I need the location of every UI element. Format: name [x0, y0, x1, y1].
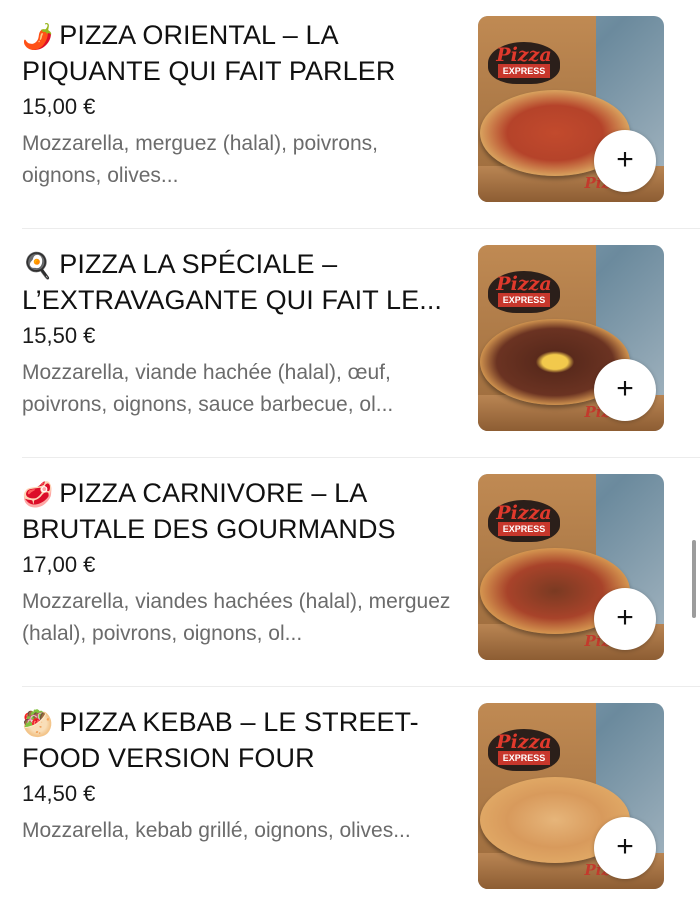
menu-item-title-text: PIZZA CARNIVORE – LA BRUTALE DES GOURMAN… — [22, 478, 396, 544]
logo-banner: EXPRESS — [498, 522, 550, 536]
scrollbar[interactable] — [692, 540, 696, 618]
logo-word: Pizza — [496, 273, 552, 295]
menu-item-text: 🥙 PIZZA KEBAB – LE STREET-FOOD VERSION FO… — [22, 705, 452, 847]
meat-cut-icon: 🥩 — [22, 481, 54, 509]
chili-pepper-icon: 🌶️ — [22, 23, 54, 51]
add-to-cart-button[interactable]: + — [594, 359, 656, 421]
menu-item-title-text: PIZZA ORIENTAL – LA PIQUANTE QUI FAIT PA… — [22, 20, 396, 86]
logo-banner: EXPRESS — [498, 293, 550, 307]
menu-item-text: 🌶️ PIZZA ORIENTAL – LA PIQUANTE QUI FAIT … — [22, 18, 452, 192]
pizza-express-logo: Pizza EXPRESS — [488, 42, 560, 84]
logo-word: Pizza — [496, 502, 552, 524]
menu-item[interactable]: 🍳 PIZZA LA SPÉCIALE – L’EXTRAVAGANTE QUI … — [0, 229, 700, 458]
pizza-express-logo: Pizza EXPRESS — [488, 271, 560, 313]
menu-item[interactable]: 🥙 PIZZA KEBAB – LE STREET-FOOD VERSION FO… — [0, 687, 700, 916]
menu-item-text: 🍳 PIZZA LA SPÉCIALE – L’EXTRAVAGANTE QUI … — [22, 247, 452, 421]
kebab-icon: 🥙 — [22, 710, 54, 738]
menu-item-description: Mozzarella, merguez (halal), poivrons, o… — [22, 132, 378, 187]
menu-item-price: 15,00 € — [22, 94, 96, 119]
menu-item-description: Mozzarella, kebab grillé, oignons, olive… — [22, 819, 411, 842]
fried-egg-icon: 🍳 — [22, 252, 54, 280]
menu-item[interactable]: 🌶️ PIZZA ORIENTAL – LA PIQUANTE QUI FAIT … — [0, 0, 700, 229]
menu-item-price: 17,00 € — [22, 552, 96, 577]
menu-item-price: 15,50 € — [22, 323, 96, 348]
pizza-express-logo: Pizza EXPRESS — [488, 729, 560, 771]
menu-item-price: 14,50 € — [22, 781, 96, 806]
menu-item-title: 🥩 PIZZA CARNIVORE – LA BRUTALE DES GOURMA… — [22, 476, 452, 546]
logo-word: Pizza — [496, 731, 552, 753]
menu-item-title-text: PIZZA KEBAB – LE STREET-FOOD VERSION FOU… — [22, 707, 419, 773]
logo-word: Pizza — [496, 44, 552, 66]
menu-item-title: 🥙 PIZZA KEBAB – LE STREET-FOOD VERSION FO… — [22, 705, 452, 775]
add-to-cart-button[interactable]: + — [594, 817, 656, 879]
menu-item-text: 🥩 PIZZA CARNIVORE – LA BRUTALE DES GOURMA… — [22, 476, 452, 650]
menu-item-description: Mozzarella, viandes hachées (halal), mer… — [22, 590, 451, 645]
menu-item-description: Mozzarella, viande hachée (halal), œuf, … — [22, 361, 394, 416]
logo-banner: EXPRESS — [498, 751, 550, 765]
menu-item-title: 🌶️ PIZZA ORIENTAL – LA PIQUANTE QUI FAIT … — [22, 18, 452, 88]
menu-item[interactable]: 🥩 PIZZA CARNIVORE – LA BRUTALE DES GOURMA… — [0, 458, 700, 687]
add-to-cart-button[interactable]: + — [594, 588, 656, 650]
add-to-cart-button[interactable]: + — [594, 130, 656, 192]
menu-item-title: 🍳 PIZZA LA SPÉCIALE – L’EXTRAVAGANTE QUI … — [22, 247, 452, 317]
logo-banner: EXPRESS — [498, 64, 550, 78]
pizza-express-logo: Pizza EXPRESS — [488, 500, 560, 542]
menu-item-title-text: PIZZA LA SPÉCIALE – L’EXTRAVAGANTE QUI F… — [22, 249, 443, 315]
